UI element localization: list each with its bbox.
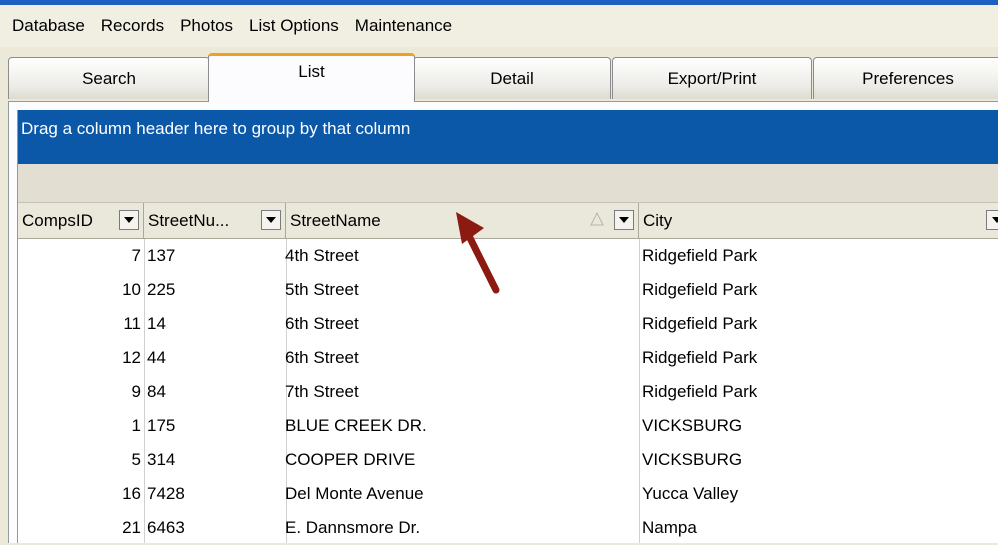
cell-streetnumber: 6463 [147, 518, 185, 537]
cell-city: Nampa [642, 518, 697, 537]
cell-city: VICKSBURG [642, 450, 743, 469]
cell-city: Ridgefield Park [642, 314, 758, 333]
column-header-label: StreetNu... [148, 210, 230, 230]
table-row[interactable]: 11 14 6th Street Ridgefield Park [18, 307, 998, 341]
dropdown-arrow-icon[interactable] [119, 210, 139, 230]
tab-detail[interactable]: Detail [413, 57, 611, 99]
menu-maintenance[interactable]: Maintenance [347, 5, 460, 47]
tab-export-print[interactable]: Export/Print [612, 57, 812, 99]
cell-streetnumber: 175 [147, 416, 176, 435]
cell-city: VICKSBURG [642, 416, 743, 435]
menu-records[interactable]: Records [93, 5, 172, 47]
cell-streetname: 6th Street [285, 348, 359, 367]
table-row[interactable]: 12 44 6th Street Ridgefield Park [18, 341, 998, 375]
menu-database[interactable]: Database [0, 5, 93, 47]
cell-streetname: Del Monte Avenue [285, 484, 424, 503]
column-header-label: CompsID [22, 210, 93, 230]
filter-band [18, 164, 998, 203]
cell-compsid: 9 [131, 382, 141, 401]
dropdown-arrow-icon[interactable] [986, 210, 998, 230]
cell-streetnumber: 44 [147, 348, 166, 367]
column-header-city[interactable]: City [639, 203, 998, 238]
sort-ascending-icon [590, 211, 604, 226]
cell-streetname: 7th Street [285, 382, 359, 401]
cell-compsid: 1 [131, 416, 141, 435]
cell-compsid: 21 [122, 518, 141, 537]
group-by-prompt: Drag a column header here to group by th… [21, 119, 411, 138]
cell-city: Ridgefield Park [642, 382, 758, 401]
cell-compsid: 16 [122, 484, 141, 503]
cell-compsid: 11 [123, 314, 141, 333]
table-row[interactable]: 5 314 COOPER DRIVE VICKSBURG [18, 443, 998, 477]
cell-streetnumber: 14 [147, 314, 166, 333]
column-header-label: City [643, 210, 673, 230]
cell-streetnumber: 84 [147, 382, 166, 401]
table-row[interactable]: 16 7428 Del Monte Avenue Yucca Valley [18, 477, 998, 511]
cell-streetname: 6th Street [285, 314, 359, 333]
tab-strip: Search List Detail Export/Print Preferen… [0, 50, 998, 102]
dropdown-arrow-icon[interactable] [261, 210, 281, 230]
cell-streetnumber: 225 [147, 280, 176, 299]
tab-search[interactable]: Search [8, 57, 210, 99]
data-grid: Drag a column header here to group by th… [17, 110, 998, 543]
dropdown-arrow-icon[interactable] [614, 210, 634, 230]
table-row[interactable]: 9 84 7th Street Ridgefield Park [18, 375, 998, 409]
tab-preferences[interactable]: Preferences [813, 57, 998, 99]
cell-city: Ridgefield Park [642, 246, 758, 265]
menu-photos[interactable]: Photos [172, 5, 241, 47]
cell-streetnumber: 314 [147, 450, 176, 469]
cell-compsid: 10 [122, 280, 141, 299]
cell-city: Ridgefield Park [642, 348, 758, 367]
cell-city: Ridgefield Park [642, 280, 758, 299]
cell-streetnumber: 137 [147, 246, 176, 265]
cell-streetname: COOPER DRIVE [285, 450, 416, 469]
list-panel: Drag a column header here to group by th… [8, 101, 998, 543]
cell-streetnumber: 7428 [147, 484, 185, 503]
cell-streetname: BLUE CREEK DR. [285, 416, 427, 435]
cell-compsid: 5 [131, 450, 141, 469]
menu-bar: Database Records Photos List Options Mai… [0, 5, 998, 47]
tab-list[interactable]: List [208, 53, 415, 102]
cell-city: Yucca Valley [642, 484, 739, 503]
group-by-panel[interactable]: Drag a column header here to group by th… [18, 110, 998, 164]
menu-list-options[interactable]: List Options [241, 5, 347, 47]
cell-compsid: 12 [122, 348, 141, 367]
cell-compsid: 7 [131, 246, 141, 265]
annotation-arrow [456, 212, 500, 294]
table-row[interactable]: 21 6463 E. Dannsmore Dr. Nampa [18, 511, 998, 545]
cell-streetname: E. Dannsmore Dr. [285, 518, 421, 537]
column-header-label: StreetName [290, 210, 381, 230]
table-row[interactable]: 1 175 BLUE CREEK DR. VICKSBURG [18, 409, 998, 443]
